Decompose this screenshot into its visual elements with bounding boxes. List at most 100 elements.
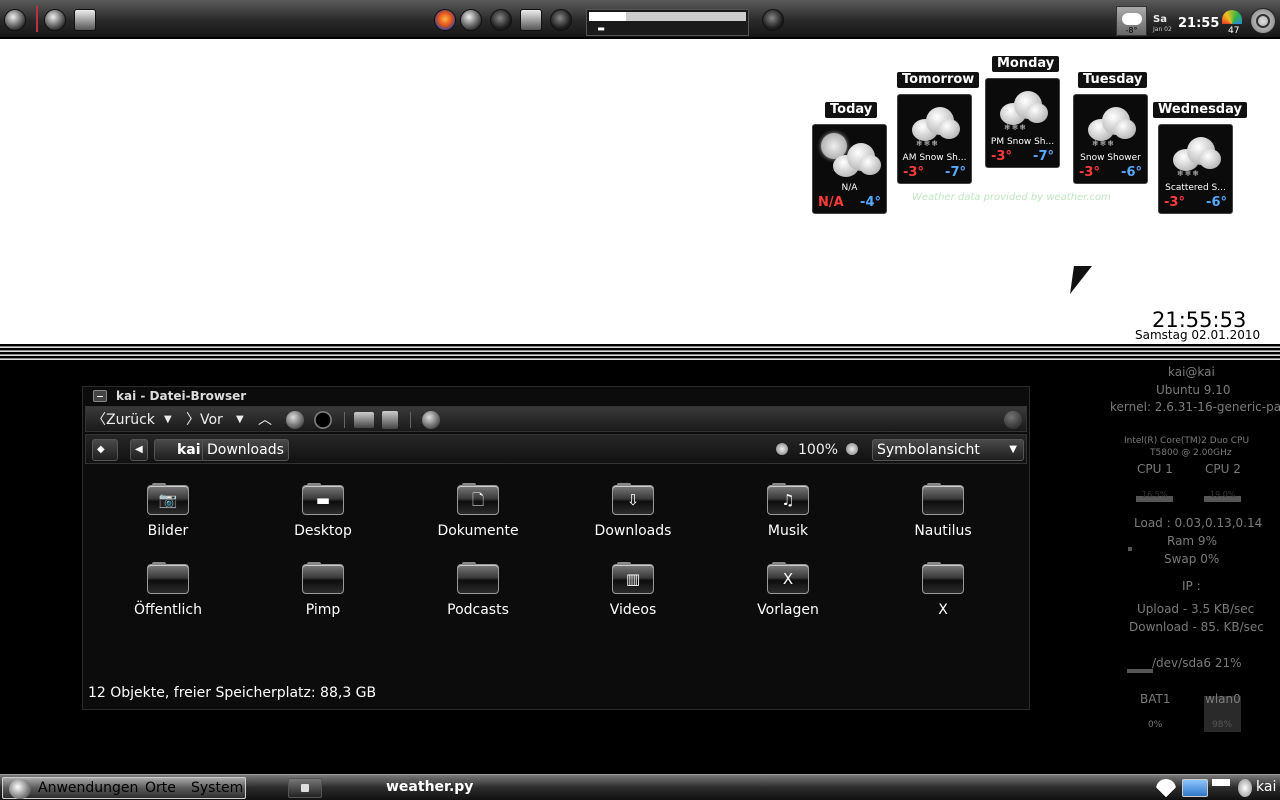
weather-card-wednesday: ❄❄❄ Scattered S... -3° -6° <box>1158 124 1233 214</box>
panel-separator <box>36 6 38 32</box>
folder-icon <box>922 562 964 594</box>
power-button[interactable] <box>1250 8 1276 34</box>
folder-item-podcasts[interactable]: Podcasts <box>413 562 543 634</box>
folder-icon <box>922 483 964 515</box>
weather-credit[interactable]: Weather data provided by weather.com <box>912 192 1111 203</box>
zoom-in-icon[interactable] <box>846 443 858 455</box>
snow-cloud-icon <box>1173 137 1221 171</box>
system-gauge-icon[interactable] <box>1222 10 1242 24</box>
user-icon[interactable] <box>1238 779 1252 797</box>
path-left-button[interactable]: ◀ <box>130 439 148 461</box>
folder-item-bilder[interactable]: 📷 Bilder <box>103 483 233 555</box>
search-button[interactable] <box>422 411 440 429</box>
music-launcher-icon[interactable] <box>550 9 572 31</box>
back-button[interactable]: 〈Zurück <box>92 410 155 430</box>
forward-history-dropdown[interactable]: ▼ <box>236 410 244 430</box>
folder-item-vorlagen[interactable]: X Vorlagen <box>723 562 853 634</box>
snow-cloud-icon <box>1000 91 1048 125</box>
files-launcher-icon[interactable] <box>520 9 542 31</box>
user-switcher[interactable]: kai <box>1256 779 1276 795</box>
cloud-icon <box>1122 13 1142 25</box>
conky-ip: IP : <box>1182 579 1201 593</box>
folder-item-desktop[interactable]: ▬ Desktop <box>258 483 388 555</box>
conky-disk-bar <box>1127 669 1153 673</box>
weather-desc: Snow Shower <box>1080 153 1141 163</box>
menu-system[interactable]: System <box>191 780 243 796</box>
network-icon[interactable] <box>1212 779 1230 797</box>
trash-launcher-icon[interactable] <box>4 9 26 31</box>
weather-day-label: Wednesday <box>1153 102 1247 118</box>
gimp-launcher-icon[interactable] <box>44 9 66 31</box>
conky-load: Load : 0.03,0.13,0.14 <box>1134 516 1263 530</box>
file-manager-tray-icon[interactable] <box>1182 779 1208 797</box>
reload-button[interactable] <box>314 411 332 429</box>
conky-cpu-model-2: T5800 @ 2.00GHz <box>1150 448 1232 458</box>
taskbar-item-weather[interactable]: weather.py <box>386 779 473 795</box>
menu-orte[interactable]: Orte <box>145 780 176 796</box>
clock-date: Jan 02 <box>1153 26 1172 33</box>
path-home-button[interactable]: kai <box>154 439 206 461</box>
mail-launcher-icon[interactable] <box>460 9 482 31</box>
folder-item-downloads[interactable]: ⇩ Downloads <box>568 483 698 555</box>
wifi-icon[interactable] <box>1156 779 1176 797</box>
folder-item-nautilus[interactable]: Nautilus <box>878 483 1008 555</box>
toolbar-separator <box>344 412 345 428</box>
zoom-level[interactable]: 100% <box>798 440 838 460</box>
folder-item-oeffentlich[interactable]: Öffentlich <box>103 562 233 634</box>
forward-button[interactable]: 〉Vor <box>186 410 223 430</box>
chevron-right-icon: 〉 <box>186 412 200 428</box>
folder-item-x[interactable]: X <box>878 562 1008 634</box>
panel-clock[interactable]: 21:55 <box>1178 16 1219 31</box>
stop-button[interactable] <box>286 411 304 429</box>
zoom-out-icon[interactable] <box>776 443 788 455</box>
conky-ram: Ram 9% <box>1167 534 1217 548</box>
clock-day: Sa <box>1153 14 1167 25</box>
conky-bat-label: BAT1 <box>1140 692 1171 706</box>
back-history-dropdown[interactable]: ▼ <box>164 410 172 430</box>
volume-icon[interactable] <box>762 9 784 31</box>
menu-anwendungen[interactable]: Anwendungen <box>38 780 138 796</box>
gnome-foot-icon[interactable] <box>9 779 31 799</box>
weather-low: -6° <box>1206 195 1227 210</box>
folder-pictures-icon: 📷 <box>147 483 189 515</box>
weather-applet[interactable]: -8° <box>1116 6 1147 36</box>
conky-cpu-model: Intel(R) Core(TM)2 Duo CPU <box>1124 436 1250 446</box>
home-button[interactable] <box>354 412 374 428</box>
snowflake-icon: ❄❄❄ <box>1177 169 1201 178</box>
messenger-launcher-icon[interactable] <box>490 9 512 31</box>
weather-low: -7° <box>945 165 966 180</box>
folder-icon <box>457 562 499 594</box>
window-title: kai - Datei-Browser <box>116 389 247 403</box>
location-bar: ◆ ◀ kai Downloads 100% Symbolansicht ▼ <box>85 434 1027 464</box>
firefox-launcher-icon[interactable] <box>434 9 456 31</box>
weather-high: -3° <box>991 149 1012 164</box>
folder-item-pimp[interactable]: Pimp <box>258 562 388 634</box>
wallpaper-stripes <box>0 344 1280 362</box>
pencil-icon: ◆ <box>97 444 105 455</box>
conky-wlan-value: 98% <box>1212 720 1233 730</box>
folder-item-videos[interactable]: ▥ Videos <box>568 562 698 634</box>
weather-low: -4° <box>860 195 881 210</box>
chevron-left-icon: 〈 <box>92 412 106 428</box>
up-button[interactable]: ︿ <box>258 410 272 430</box>
activity-spinner-icon <box>1004 411 1022 429</box>
view-mode-select[interactable]: Symbolansicht ▼ <box>872 439 1024 461</box>
folder-item-dokumente[interactable]: 🗋 Dokumente <box>413 483 543 555</box>
show-desktop-button[interactable] <box>288 778 322 798</box>
path-current-button[interactable]: Downloads <box>202 439 289 461</box>
folder-icon <box>302 562 344 594</box>
folder-templates-icon: X <box>767 562 809 594</box>
terminal-launcher-icon[interactable] <box>74 9 96 31</box>
conky-upload: Upload - 3.5 KB/sec <box>1137 602 1255 616</box>
computer-button[interactable] <box>382 411 398 429</box>
weather-desc: AM Snow Sh... <box>902 153 967 163</box>
toolbar: 〈Zurück ▼ 〉Vor ▼ ︿ <box>85 406 1027 432</box>
toggle-location-button[interactable]: ◆ <box>92 439 118 461</box>
folder-item-musik[interactable]: ♫ Musik <box>723 483 853 555</box>
weather-low: -6° <box>1121 165 1142 180</box>
panel-progress-widget[interactable]: ▬ <box>586 9 749 36</box>
weather-day-label: Tuesday <box>1078 72 1148 88</box>
window-menu-icon[interactable] <box>93 390 107 402</box>
conky-cpu2-label: CPU 2 <box>1205 462 1241 476</box>
window-titlebar[interactable]: kai - Datei-Browser <box>83 387 1029 405</box>
